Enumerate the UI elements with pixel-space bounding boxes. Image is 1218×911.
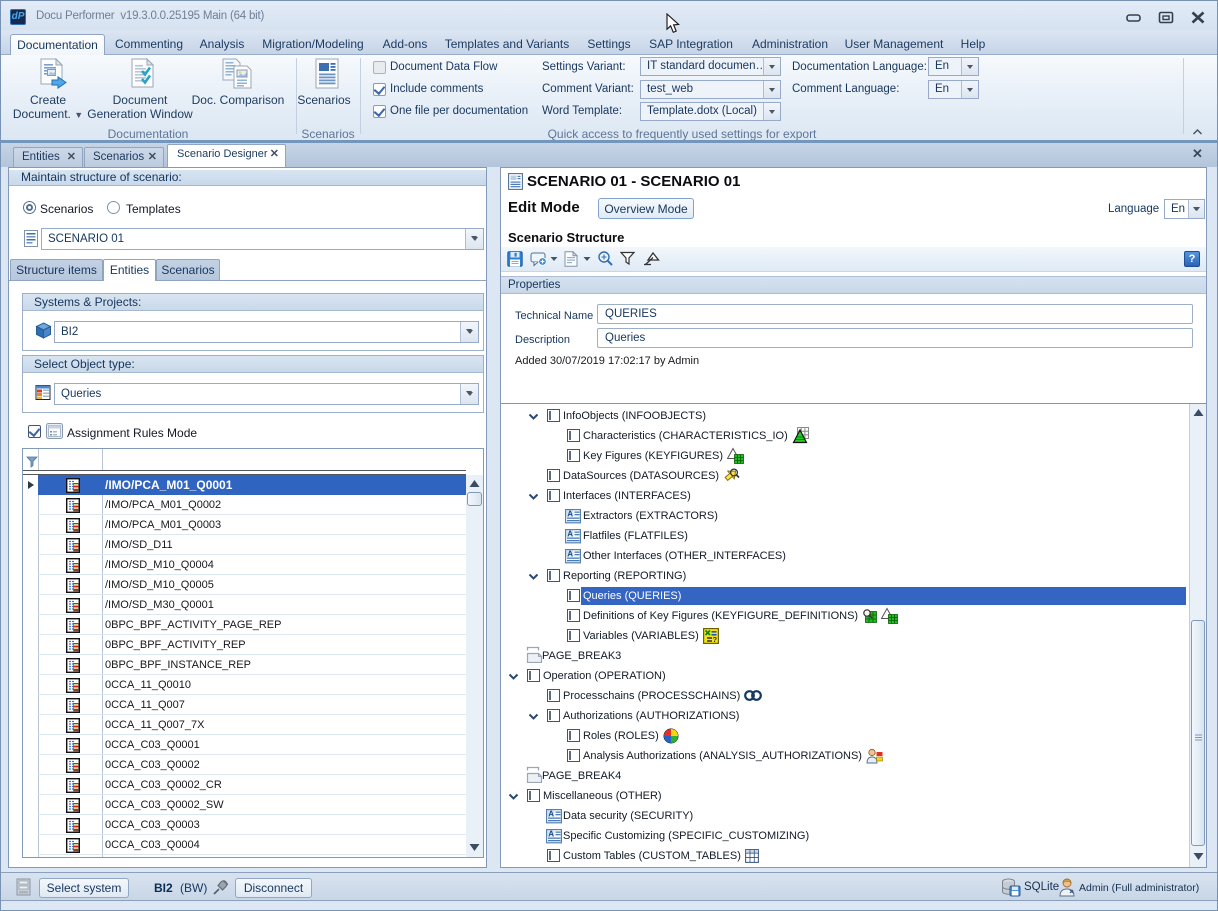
svg-text:A: A <box>567 529 573 538</box>
svg-text:A: A <box>548 829 554 838</box>
svg-text:A: A <box>567 509 573 518</box>
svg-text:A: A <box>567 549 573 558</box>
svg-text:?: ? <box>713 635 718 644</box>
svg-text:A: A <box>548 809 554 818</box>
